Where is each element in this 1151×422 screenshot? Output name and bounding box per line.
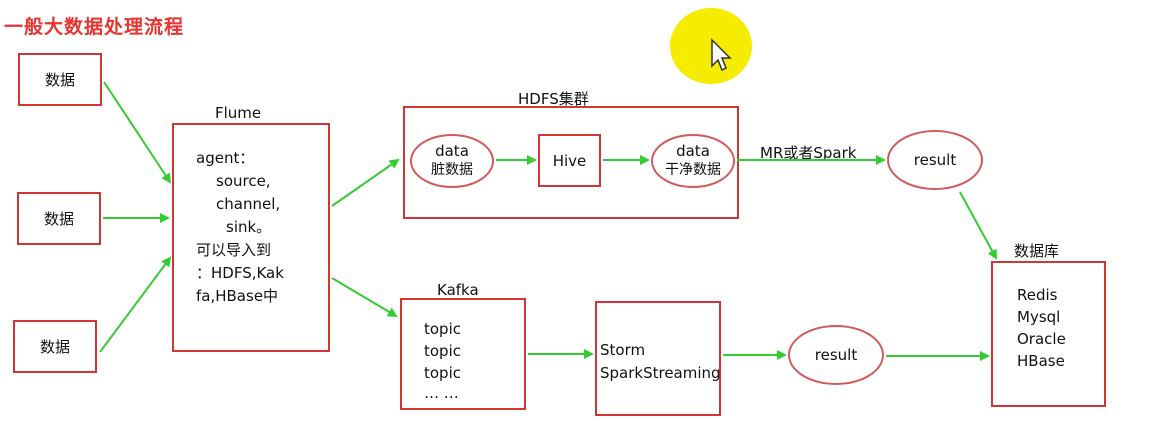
arrow-flume-to-kafka [331, 277, 398, 318]
arrow-result-to-database [959, 191, 997, 260]
arrow-flume-to-hdfs [331, 158, 400, 207]
arrow-source3-to-flume [99, 256, 172, 353]
arrow-source1-to-flume [103, 81, 172, 184]
connector-arrows [99, 81, 997, 361]
